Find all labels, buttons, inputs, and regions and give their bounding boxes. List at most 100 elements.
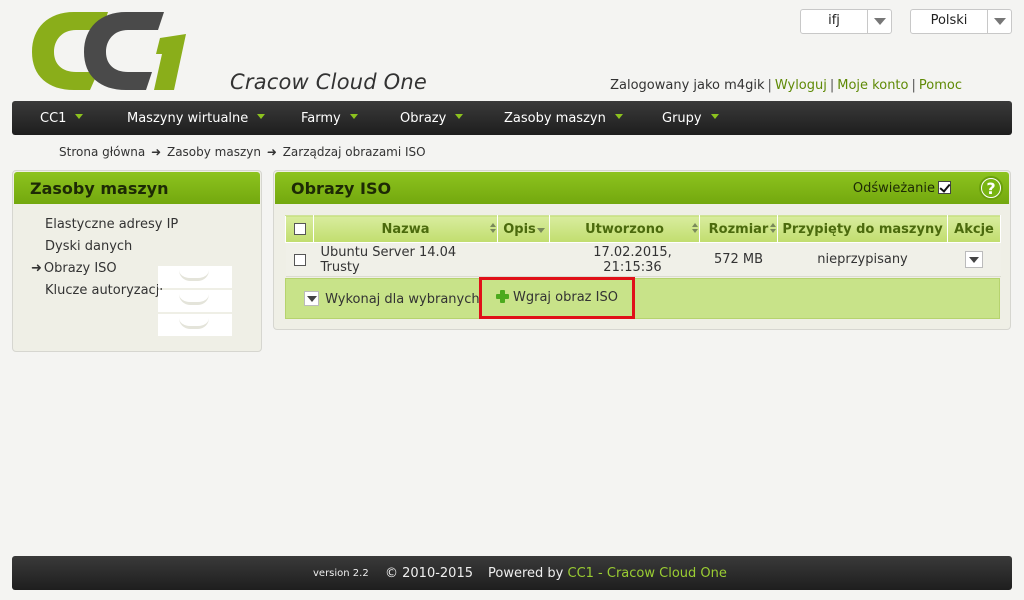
footer: version 2.2 © 2010-2015 Powered by CC1 -… <box>12 556 1012 590</box>
arrow-right-icon: ➜ <box>266 145 277 159</box>
breadcrumb: Strona główna ➜ Zasoby maszyn ➜ Zarządza… <box>59 145 426 159</box>
sidebar-item-label: Obrazy ISO <box>43 261 117 276</box>
row-checkbox[interactable] <box>293 253 306 266</box>
row-actions-dropdown[interactable] <box>965 251 983 268</box>
user-select[interactable]: ifj <box>800 9 892 34</box>
breadcrumb-home[interactable]: Strona główna <box>59 145 145 159</box>
nav-item-label: Obrazy <box>400 111 447 126</box>
sort-icon <box>767 223 776 235</box>
plus-icon <box>496 290 509 303</box>
help-icon[interactable]: ? <box>979 176 1003 200</box>
separator: | <box>911 78 916 93</box>
cell-description <box>497 242 550 277</box>
separator: | <box>829 78 835 93</box>
sort-desc-icon <box>537 228 545 233</box>
copyright: © 2010-2015 <box>385 566 473 581</box>
iso-table: Nazwa Opis Utworzono Rozmiar Przypięty d… <box>285 215 1001 277</box>
column-created[interactable]: Utworzono <box>549 215 700 243</box>
chevron-down-icon <box>455 114 464 119</box>
upload-highlight-box: Wgraj obraz ISO <box>479 277 635 319</box>
column-name[interactable]: Nazwa <box>313 215 498 243</box>
login-bar: Zalogowany jako m4gik | Wyloguj | Moje konto… <box>610 78 962 93</box>
refresh-label: Odświeżanie <box>852 181 935 196</box>
table-action-bar: Wykonaj dla wybranych Wgraj obraz ISO <box>285 277 1000 319</box>
nav-item-label: Farmy <box>301 111 341 126</box>
upload-iso-label: Wgraj obraz ISO <box>513 290 618 305</box>
separator: | <box>767 78 772 93</box>
page-title: Obrazy ISO <box>291 179 392 198</box>
sidebar-title: Zasoby maszyn <box>14 172 260 204</box>
column-size[interactable]: Rozmiar <box>699 215 778 243</box>
column-description[interactable]: Opis <box>497 215 550 243</box>
chevron-down-icon <box>304 291 319 306</box>
cell-name: Ubuntu Server 14.04 Trusty <box>313 242 498 277</box>
nav-item-groups[interactable]: Grupy <box>662 111 719 126</box>
sidebar-item-elastic-ip[interactable]: Elastyczne adresy IP <box>45 217 178 239</box>
table-row: Ubuntu Server 14.04 Trusty 17.02.2015, 2… <box>285 242 1001 277</box>
chevron-down-icon[interactable] <box>987 10 1011 33</box>
column-label: Opis <box>503 221 536 237</box>
column-label: Akcje <box>954 221 994 237</box>
chevron-down-icon <box>710 114 719 119</box>
column-label: Rozmiar <box>708 221 769 237</box>
table-header: Nazwa Opis Utworzono Rozmiar Przypięty d… <box>285 215 1001 243</box>
main-nav: CC1 Maszyny wirtualne Farmy Obrazy Zasob… <box>12 101 1012 135</box>
chevron-down-icon[interactable] <box>867 10 891 33</box>
select-all-header <box>285 215 314 243</box>
nav-item-virtual-machines[interactable]: Maszyny wirtualne <box>127 111 266 126</box>
user-select-value: ifj <box>828 13 840 28</box>
logo[interactable]: Cracow Cloud One <box>28 8 448 96</box>
column-attached[interactable]: Przypięty do maszyny <box>777 215 948 243</box>
sidebar-panel: Zasoby maszyn Elastyczne adresy IP Dyski… <box>12 170 262 352</box>
cell-created: 17.02.2015, 21:15:36 <box>549 242 700 277</box>
nav-item-label: Grupy <box>662 111 702 126</box>
cc1-logo-icon <box>32 12 186 90</box>
nav-item-label: CC1 <box>40 111 67 126</box>
language-select-value: Polski <box>930 13 968 28</box>
column-actions: Akcje <box>947 215 1001 243</box>
select-all-checkbox[interactable] <box>293 223 306 235</box>
nav-item-images[interactable]: Obrazy <box>400 111 464 126</box>
arrow-right-icon: ➜ <box>151 145 162 159</box>
chevron-down-icon <box>75 114 84 119</box>
arrow-right-icon: ➜ <box>31 261 42 276</box>
sidebar-item-iso-images[interactable]: ➜ Obrazy ISO <box>31 261 178 283</box>
powered-by: Powered by CC1 - Cracow Cloud One <box>488 566 727 581</box>
cell-actions <box>947 242 1001 277</box>
nav-item-label: Zasoby maszyn <box>504 111 606 126</box>
row-select-cell <box>285 242 314 277</box>
logo-subtitle: Cracow Cloud One <box>230 70 428 94</box>
bulk-action-button[interactable]: Wykonaj dla wybranych <box>304 291 480 307</box>
chevron-down-icon <box>257 114 266 119</box>
my-account-link[interactable]: Moje konto <box>837 78 908 93</box>
cc1-link[interactable]: CC1 - Cracow Cloud One <box>568 566 727 581</box>
chevron-down-icon <box>349 114 358 119</box>
column-label: Utworzono <box>585 221 664 237</box>
upload-iso-button[interactable]: Wgraj obraz ISO <box>496 290 618 305</box>
logged-in-label: Zalogowany jako m4gik <box>610 78 765 93</box>
panel-header: Obrazy ISO Odświeżanie ? <box>275 172 1009 204</box>
drawer-cabinet-icon <box>158 266 232 336</box>
sidebar-item-data-disks[interactable]: Dyski danych <box>45 239 178 261</box>
column-label: Nazwa <box>381 221 430 237</box>
breadcrumb-machine-resources[interactable]: Zasoby maszyn <box>167 145 261 159</box>
chevron-down-icon <box>614 114 623 119</box>
cell-attached: nieprzypisany <box>777 242 948 277</box>
nav-item-machine-resources[interactable]: Zasoby maszyn <box>504 111 623 126</box>
nav-item-farms[interactable]: Farmy <box>301 111 358 126</box>
help-symbol: ? <box>986 179 996 198</box>
iso-images-panel: Obrazy ISO Odświeżanie ? Nazwa Opis Utwo… <box>273 170 1011 330</box>
sort-icon <box>689 223 698 235</box>
breadcrumb-current: Zarządzaj obrazami ISO <box>282 145 426 159</box>
language-select[interactable]: Polski <box>910 9 1012 34</box>
nav-item-label: Maszyny wirtualne <box>127 111 249 126</box>
powered-by-label: Powered by <box>488 566 564 581</box>
logout-link[interactable]: Wyloguj <box>775 78 827 93</box>
cell-size: 572 MB <box>699 242 778 277</box>
help-link[interactable]: Pomoc <box>919 78 962 93</box>
refresh-toggle[interactable]: Odświeżanie <box>853 181 951 196</box>
column-label: Przypięty do maszyny <box>782 221 943 237</box>
bulk-action-label: Wykonaj dla wybranych <box>325 292 480 307</box>
nav-item-cc1[interactable]: CC1 <box>40 111 84 126</box>
refresh-checkbox[interactable] <box>938 181 951 194</box>
